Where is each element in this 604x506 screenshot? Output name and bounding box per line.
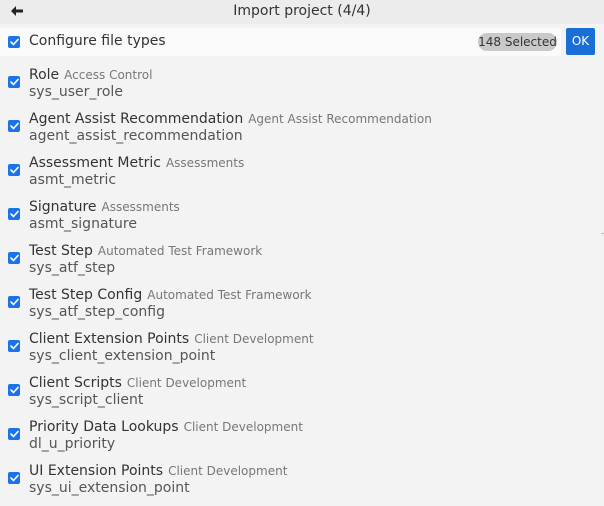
file-type-title: Client Scripts Client Development: [29, 372, 246, 391]
file-type-row[interactable]: Assessment Metric Assessments asmt_metric: [0, 148, 604, 192]
file-type-table-name: asmt_signature: [29, 216, 137, 232]
checkmark-icon: [9, 38, 19, 46]
file-type-category: Automated Test Framework: [147, 288, 312, 302]
file-type-title: Test Step Config Automated Test Framework: [29, 284, 312, 303]
arrow-left-icon: [11, 6, 23, 16]
file-type-name: Priority Data Lookups: [29, 419, 179, 435]
checkmark-icon: [9, 430, 19, 438]
file-type-list: Role Access Control sys_user_role Agent A…: [0, 60, 604, 500]
file-type-table-name: dl_u_priority: [29, 436, 116, 452]
file-type-title: Test Step Automated Test Framework: [29, 240, 262, 259]
file-type-title: Assessment Metric Assessments: [29, 152, 244, 171]
file-type-row[interactable]: Role Access Control sys_user_role: [0, 60, 604, 104]
file-type-name: Assessment Metric: [29, 155, 161, 171]
checkmark-icon: [9, 386, 19, 394]
file-type-checkbox[interactable]: [8, 428, 20, 440]
dialog-header: Import project (4/4): [0, 0, 604, 24]
configure-file-types-checkbox[interactable]: [8, 36, 20, 48]
file-type-title: Signature Assessments: [29, 196, 180, 215]
file-type-title: Priority Data Lookups Client Development: [29, 416, 303, 435]
file-type-name: Test Step Config: [29, 287, 143, 303]
checkmark-icon: [9, 254, 19, 262]
file-type-checkbox[interactable]: [8, 472, 20, 484]
file-type-table-name: sys_client_extension_point: [29, 348, 216, 364]
file-type-title: Agent Assist Recommendation Agent Assist …: [29, 108, 432, 127]
file-type-checkbox[interactable]: [8, 384, 20, 396]
file-type-name: UI Extension Points: [29, 463, 164, 479]
file-type-row[interactable]: Agent Assist Recommendation Agent Assist …: [0, 104, 604, 148]
file-type-title: Role Access Control: [29, 64, 152, 83]
file-type-name: Role: [29, 67, 60, 83]
file-type-name: Client Extension Points: [29, 331, 190, 347]
file-type-name: Test Step: [29, 243, 93, 259]
file-type-table-name: asmt_metric: [29, 172, 117, 188]
file-type-category: Automated Test Framework: [97, 244, 263, 258]
file-type-category: Agent Assist Recommendation: [248, 112, 432, 126]
back-button[interactable]: [6, 1, 28, 21]
file-type-row[interactable]: Priority Data Lookups Client Development …: [0, 412, 604, 456]
checkmark-icon: [9, 166, 19, 174]
file-type-checkbox[interactable]: [8, 120, 20, 132]
file-type-name: Client Scripts: [29, 375, 122, 391]
file-type-category: Assessments: [101, 200, 180, 214]
file-type-row[interactable]: Test Step Automated Test Framework sys_at…: [0, 236, 604, 280]
file-type-checkbox[interactable]: [8, 208, 20, 220]
file-type-filter-bar: Configure file types 148 Selected: [0, 28, 561, 56]
file-type-row[interactable]: Signature Assessments asmt_signature: [0, 192, 604, 236]
checkmark-icon: [9, 474, 19, 482]
file-type-category: Client Development: [126, 376, 247, 390]
file-type-table-name: sys_user_role: [29, 84, 123, 100]
file-type-table-name: sys_script_client: [29, 392, 144, 408]
checkmark-icon: [9, 78, 19, 86]
ok-button[interactable]: OK: [566, 28, 595, 55]
file-type-title: UI Extension Points Client Development: [29, 460, 287, 479]
file-type-table-name: agent_assist_recommendation: [29, 128, 243, 144]
selected-count-badge: 148 Selected: [478, 33, 557, 51]
dialog-title: Import project (4/4): [233, 3, 371, 19]
file-type-row[interactable]: UI Extension Points Client Development sy…: [0, 456, 604, 500]
file-type-title: Client Extension Points Client Developmen…: [29, 328, 314, 347]
file-type-category: Client Development: [168, 464, 288, 478]
file-type-name: Agent Assist Recommendation: [29, 111, 244, 127]
checkmark-icon: [9, 210, 19, 218]
file-type-category: Client Development: [194, 332, 314, 346]
file-type-category: Client Development: [183, 420, 303, 434]
checkmark-icon: [9, 342, 19, 350]
file-type-category: Assessments: [165, 156, 245, 170]
file-type-name: Signature: [29, 199, 97, 215]
checkmark-icon: [9, 298, 19, 306]
file-type-checkbox[interactable]: [8, 164, 20, 176]
file-type-checkbox[interactable]: [8, 340, 20, 352]
file-type-checkbox[interactable]: [8, 252, 20, 264]
file-type-table-name: sys_atf_step_config: [29, 304, 165, 320]
checkmark-icon: [9, 122, 19, 130]
file-type-checkbox[interactable]: [8, 76, 20, 88]
file-type-row[interactable]: Test Step Config Automated Test Framework…: [0, 280, 604, 324]
configure-file-types-label: Configure file types: [29, 33, 166, 49]
file-type-row[interactable]: Client Scripts Client Development sys_scr…: [0, 368, 604, 412]
file-type-row[interactable]: Client Extension Points Client Developmen…: [0, 324, 604, 368]
file-type-category: Access Control: [64, 68, 153, 82]
file-type-table-name: sys_atf_step: [29, 260, 116, 276]
file-type-table-name: sys_ui_extension_point: [29, 480, 190, 496]
file-type-checkbox[interactable]: [8, 296, 20, 308]
